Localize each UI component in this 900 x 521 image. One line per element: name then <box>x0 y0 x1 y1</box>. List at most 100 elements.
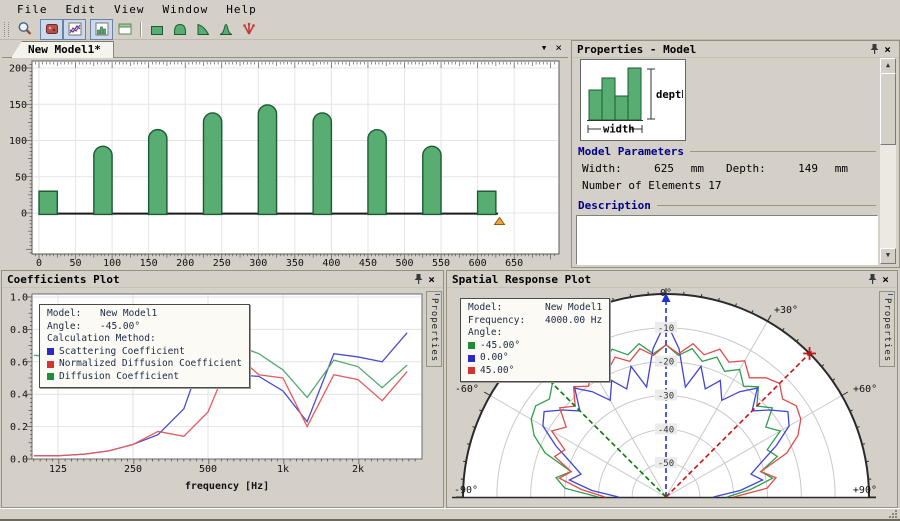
scroll-thumb[interactable] <box>880 73 896 145</box>
angle-45-swatch <box>468 367 475 374</box>
depth-param-label: Depth: <box>726 162 788 175</box>
svg-text:-90°: -90° <box>454 485 478 496</box>
svg-text:0.2: 0.2 <box>10 422 28 433</box>
properties-side-tab[interactable]: Properties <box>426 291 442 367</box>
menu-help[interactable]: Help <box>217 1 266 18</box>
profile-bar[interactable] <box>258 105 276 214</box>
menu-file[interactable]: File <box>8 1 57 18</box>
svg-text:0°: 0° <box>660 288 672 299</box>
properties-tab-icon <box>882 294 893 295</box>
coefficients-close-icon[interactable]: × <box>425 273 438 286</box>
properties-panel-title: Properties - Model <box>577 43 868 56</box>
toolbar-separator <box>140 22 141 37</box>
magnifier-icon <box>17 21 33 37</box>
svg-text:2k: 2k <box>352 464 364 475</box>
svg-text:-40: -40 <box>658 425 674 435</box>
svg-text:1k: 1k <box>277 464 289 475</box>
bell-element-button[interactable] <box>214 19 237 40</box>
window-view-button[interactable] <box>113 19 136 40</box>
menu-bar: File Edit View Window Help <box>0 0 900 19</box>
elements-label: Number of Elements <box>582 179 701 192</box>
dome-shape-icon <box>172 21 188 37</box>
svg-text:50: 50 <box>15 172 27 183</box>
properties-scrollbar[interactable]: ▲ ▼ <box>880 58 896 264</box>
depth-label: depth <box>656 89 683 101</box>
spatial-close-icon[interactable]: × <box>879 273 892 286</box>
pin-icon[interactable] <box>866 273 879 286</box>
depth-param-value: 149 <box>788 162 818 175</box>
properties-side-tab[interactable]: Properties <box>879 291 895 367</box>
svg-text:0: 0 <box>21 209 27 220</box>
svg-text:250: 250 <box>213 258 231 269</box>
svg-text:100: 100 <box>9 136 27 147</box>
properties-close-icon[interactable]: × <box>881 43 894 56</box>
window-frame-icon <box>117 21 133 37</box>
depth-param-unit: mm <box>818 162 848 175</box>
profile-bar[interactable] <box>149 130 167 215</box>
pin-icon[interactable] <box>868 43 881 56</box>
semicircle-element-button[interactable] <box>168 19 191 40</box>
model-view-icon <box>44 21 60 37</box>
profile-bar[interactable] <box>39 191 57 214</box>
menu-window[interactable]: Window <box>154 1 218 18</box>
coefficients-plot-panel: Coefficients Plot × 0.00.20.40.60.81.012… <box>1 270 444 508</box>
legend-angle-value: -45.00° <box>100 321 140 334</box>
legend-model-value: New Model1 <box>100 308 157 321</box>
tab-new-model1[interactable]: New Model1* <box>11 41 114 58</box>
scroll-up-button[interactable]: ▲ <box>880 58 896 74</box>
description-textarea[interactable] <box>576 215 878 265</box>
profile-bar[interactable] <box>94 146 112 214</box>
legend-frequency-value: 4000.00 Hz <box>545 315 602 328</box>
menu-edit[interactable]: Edit <box>57 1 106 18</box>
model-profile-chart[interactable]: 0501001502000501001502002503003504004505… <box>2 58 568 269</box>
zoom-tool-button[interactable] <box>13 19 36 40</box>
normalized-diffusion-swatch <box>47 361 54 368</box>
profile-bar[interactable] <box>423 146 441 214</box>
angle-neg45-swatch <box>468 342 475 349</box>
diffusion-swatch <box>47 373 54 380</box>
toolbar <box>0 19 900 40</box>
pin-icon[interactable] <box>412 273 425 286</box>
profile-bar[interactable] <box>203 113 221 214</box>
model-view-button[interactable] <box>40 19 63 40</box>
width-label: width <box>603 124 635 136</box>
scroll-down-button[interactable]: ▼ <box>880 248 896 264</box>
svg-text:250: 250 <box>124 464 142 475</box>
svg-text:0.0: 0.0 <box>10 455 28 466</box>
profile-bar[interactable] <box>313 113 331 214</box>
menu-view[interactable]: View <box>105 1 154 18</box>
svg-text:+60°: +60° <box>853 384 877 395</box>
svg-text:1.0: 1.0 <box>10 293 28 304</box>
svg-text:200: 200 <box>176 258 194 269</box>
special-element-button[interactable] <box>237 19 260 40</box>
profile-bar[interactable] <box>368 130 386 215</box>
description-header: Description <box>578 199 876 212</box>
svg-text:-10: -10 <box>658 324 674 334</box>
document-tab-bar: New Model1* ▾ × <box>2 40 568 58</box>
svg-text:-50: -50 <box>658 459 674 469</box>
elements-value: 17 <box>708 179 721 192</box>
svg-text:300: 300 <box>249 258 267 269</box>
svg-text:0.6: 0.6 <box>10 357 28 368</box>
document-close-icon[interactable]: × <box>555 41 562 55</box>
coefficients-plot-button[interactable] <box>63 19 86 40</box>
svg-text:0.4: 0.4 <box>10 390 28 401</box>
diffuser-diagram: depth width <box>580 59 686 141</box>
toolbar-grip[interactable] <box>4 22 9 37</box>
rectangle-shape-icon <box>149 21 165 37</box>
width-param-value: 625 <box>644 162 674 175</box>
properties-panel-titlebar: Properties - Model × <box>572 41 899 58</box>
coefficients-title: Coefficients Plot <box>7 273 412 286</box>
rect-element-button[interactable] <box>145 19 168 40</box>
legend-model-value: New Model1 <box>545 302 602 315</box>
spatial-legend: Model:New Model1 Frequency:4000.00 Hz An… <box>460 298 610 382</box>
profile-view-button[interactable] <box>90 19 113 40</box>
quartercircle-element-button[interactable] <box>191 19 214 40</box>
svg-text:200: 200 <box>9 64 27 75</box>
profile-bar[interactable] <box>478 191 496 214</box>
resize-grip[interactable] <box>888 509 898 519</box>
bar-chart-icon <box>94 21 110 37</box>
spatial-titlebar: Spatial Response Plot × <box>447 271 897 288</box>
tab-list-dropdown-icon[interactable]: ▾ <box>541 41 548 55</box>
svg-text:50: 50 <box>70 258 82 269</box>
